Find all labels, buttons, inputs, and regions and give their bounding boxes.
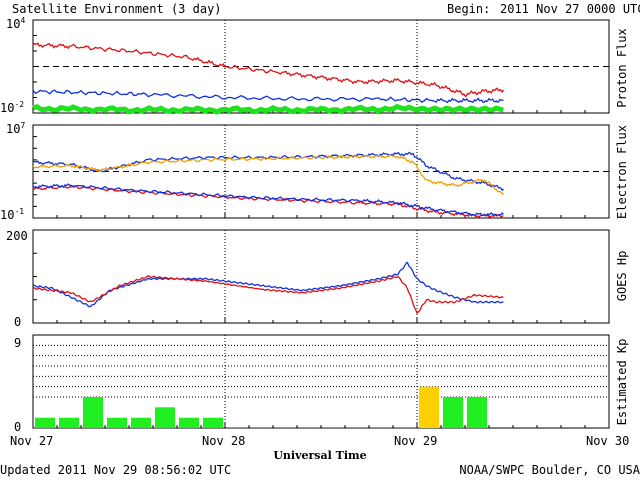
kp-bar-16 xyxy=(419,386,439,428)
credit-text: NOAA/SWPC Boulder, CO USA xyxy=(459,463,640,477)
kp-bar-18 xyxy=(467,397,487,428)
electron-ytick-top: 107 xyxy=(6,121,25,136)
xtick-1: Nov 28 xyxy=(202,434,245,448)
kp-bar-15 xyxy=(395,427,415,428)
electron-ylabel: Electron Flux xyxy=(615,125,629,219)
kp-bar-11 xyxy=(299,427,319,428)
begin-label: Begin: xyxy=(447,2,490,16)
xtick-3: Nov 30 xyxy=(586,434,629,448)
series-0-2 xyxy=(32,103,504,115)
chart-marks xyxy=(32,19,609,428)
kp-bar-12 xyxy=(323,427,343,428)
kp-bar-14 xyxy=(371,427,391,428)
goes-series-0 xyxy=(32,261,504,308)
kp-bar-4 xyxy=(131,417,151,428)
kp-bar-1 xyxy=(59,417,79,428)
proton-ytick-top: 104 xyxy=(6,16,25,31)
series-0-0 xyxy=(32,42,505,98)
kp-bar-3 xyxy=(107,417,127,428)
electron-ytick-bottom: 10-1 xyxy=(0,207,24,222)
series-0-1 xyxy=(32,89,504,104)
kp-bar-9 xyxy=(251,427,271,428)
kp-bar-2 xyxy=(83,397,103,428)
chart-title: Satellite Environment (3 day) xyxy=(12,2,222,16)
series-1-2 xyxy=(32,184,504,219)
kp-ytick-top: 9 xyxy=(14,336,21,350)
kp-bar-6 xyxy=(179,417,199,428)
kp-bar-10 xyxy=(275,427,295,428)
panel-frame-3 xyxy=(32,334,610,429)
kp-bar-0 xyxy=(35,417,55,428)
proton-ytick-bottom: 10-2 xyxy=(0,100,24,115)
xtick-0: Nov 27 xyxy=(10,434,53,448)
xtick-2: Nov 29 xyxy=(394,434,437,448)
kp-bar-7 xyxy=(203,417,223,428)
begin-value: 2011 Nov 27 0000 UTC xyxy=(500,2,640,16)
kp-ylabel: Estimated Kp xyxy=(615,339,629,426)
satellite-environment-chart: Satellite Environment (3 day) Begin: 201… xyxy=(0,2,640,477)
kp-bar-17 xyxy=(443,397,463,428)
updated-text: Updated 2011 Nov 29 08:56:02 UTC xyxy=(0,463,231,477)
goes-ytick-top: 200 xyxy=(6,229,28,243)
kp-bar-13 xyxy=(347,427,367,428)
x-axis-label: Universal Time xyxy=(273,449,366,462)
kp-bar-8 xyxy=(227,427,247,428)
goes-ylabel: GOES Hp xyxy=(615,251,629,302)
kp-ytick-bottom: 0 xyxy=(14,420,21,434)
kp-bar-5 xyxy=(155,407,175,428)
goes-ytick-bottom: 0 xyxy=(14,315,21,329)
panels xyxy=(32,19,610,429)
panel-frame-2 xyxy=(32,229,610,324)
proton-ylabel: Proton Flux xyxy=(615,28,629,107)
goes-series-1 xyxy=(32,275,504,315)
panel-frame-1 xyxy=(32,124,610,219)
